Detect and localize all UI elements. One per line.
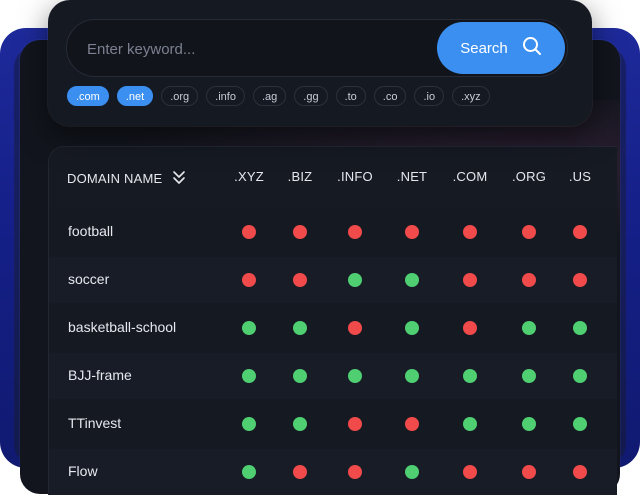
unavailable-status-dot bbox=[573, 465, 587, 479]
domain-name-cell: basketball-school bbox=[68, 319, 177, 335]
available-status-dot bbox=[405, 369, 419, 383]
tld-filter-list: .com .net .org .info .ag .gg .to .co .io .xyz bbox=[67, 86, 490, 106]
available-status-dot bbox=[405, 321, 419, 335]
tld-chip[interactable]: .ag bbox=[252, 86, 287, 106]
available-status-dot bbox=[242, 417, 256, 431]
domain-table: DOMAIN NAME .XYZ .BIZ .INFO .NET .COM .ORG .US… bbox=[48, 146, 617, 495]
unavailable-status-dot bbox=[348, 225, 362, 239]
available-status-dot bbox=[242, 369, 256, 383]
available-status-dot bbox=[348, 369, 362, 383]
unavailable-status-dot bbox=[348, 321, 362, 335]
domain-name-header[interactable]: DOMAIN NAME bbox=[67, 169, 186, 188]
unavailable-status-dot bbox=[293, 225, 307, 239]
column-header: .ORG bbox=[511, 169, 547, 184]
available-status-dot bbox=[293, 417, 307, 431]
tld-chip[interactable]: .info bbox=[206, 86, 245, 106]
unavailable-status-dot bbox=[522, 273, 536, 287]
column-header: .US bbox=[568, 169, 592, 184]
unavailable-status-dot bbox=[573, 273, 587, 287]
unavailable-status-dot bbox=[405, 225, 419, 239]
available-status-dot bbox=[522, 369, 536, 383]
search-button-label: Search bbox=[460, 39, 508, 57]
available-status-dot bbox=[405, 465, 419, 479]
tld-chip[interactable]: .to bbox=[335, 86, 366, 106]
available-status-dot bbox=[405, 273, 419, 287]
tld-chip[interactable]: .org bbox=[161, 86, 199, 106]
table-row[interactable]: soccer bbox=[49, 257, 617, 303]
table-header: DOMAIN NAME .XYZ .BIZ .INFO .NET .COM .ORG .US bbox=[49, 147, 617, 207]
column-header: .COM bbox=[452, 169, 488, 184]
available-status-dot bbox=[573, 321, 587, 335]
unavailable-status-dot bbox=[242, 225, 256, 239]
domain-name-cell: Flow bbox=[68, 463, 98, 479]
tld-chip[interactable]: .net bbox=[116, 86, 154, 106]
column-header: .NET bbox=[396, 169, 428, 184]
table-row[interactable]: BJJ-frame bbox=[49, 353, 617, 399]
domain-name-cell: TTinvest bbox=[68, 415, 122, 431]
search-input[interactable] bbox=[85, 34, 429, 64]
available-status-dot bbox=[573, 417, 587, 431]
available-status-dot bbox=[293, 369, 307, 383]
available-status-dot bbox=[293, 321, 307, 335]
unavailable-status-dot bbox=[348, 465, 362, 479]
unavailable-status-dot bbox=[293, 273, 307, 287]
unavailable-status-dot bbox=[348, 417, 362, 431]
table-row[interactable]: Flow bbox=[49, 449, 617, 495]
unavailable-status-dot bbox=[463, 465, 477, 479]
column-header: .INFO bbox=[337, 169, 373, 184]
search-bar: Search bbox=[66, 19, 568, 77]
double-chevron-down-icon bbox=[172, 169, 186, 188]
available-status-dot bbox=[348, 273, 362, 287]
available-status-dot bbox=[242, 465, 256, 479]
unavailable-status-dot bbox=[463, 321, 477, 335]
unavailable-status-dot bbox=[522, 225, 536, 239]
table-row[interactable]: basketball-school bbox=[49, 305, 617, 351]
search-button[interactable]: Search bbox=[437, 22, 565, 74]
search-card: Search .com .net .org .info .ag .gg .to .co .io.… bbox=[48, 0, 592, 126]
unavailable-status-dot bbox=[405, 417, 419, 431]
available-status-dot bbox=[463, 369, 477, 383]
search-icon bbox=[522, 36, 542, 60]
domain-name-header-label: DOMAIN NAME bbox=[67, 171, 163, 186]
unavailable-status-dot bbox=[573, 225, 587, 239]
tld-chip[interactable]: .com bbox=[67, 86, 109, 106]
available-status-dot bbox=[463, 417, 477, 431]
domain-name-cell: BJJ-frame bbox=[68, 367, 132, 383]
column-header: .BIZ bbox=[287, 169, 313, 184]
tld-chip[interactable]: .io bbox=[414, 86, 445, 106]
table-row[interactable]: TTinvest bbox=[49, 401, 617, 447]
available-status-dot bbox=[522, 321, 536, 335]
unavailable-status-dot bbox=[242, 273, 256, 287]
unavailable-status-dot bbox=[522, 465, 536, 479]
unavailable-status-dot bbox=[293, 465, 307, 479]
table-row[interactable]: football bbox=[49, 209, 617, 255]
column-header: .XYZ bbox=[234, 169, 264, 184]
tld-chip[interactable]: .xyz bbox=[452, 86, 490, 106]
unavailable-status-dot bbox=[463, 273, 477, 287]
domain-name-cell: soccer bbox=[68, 271, 110, 287]
tld-chip[interactable]: .gg bbox=[294, 86, 328, 106]
available-status-dot bbox=[242, 321, 256, 335]
available-status-dot bbox=[573, 369, 587, 383]
unavailable-status-dot bbox=[463, 225, 477, 239]
tld-chip[interactable]: .co bbox=[373, 86, 407, 106]
domain-name-cell: football bbox=[68, 223, 114, 239]
available-status-dot bbox=[522, 417, 536, 431]
